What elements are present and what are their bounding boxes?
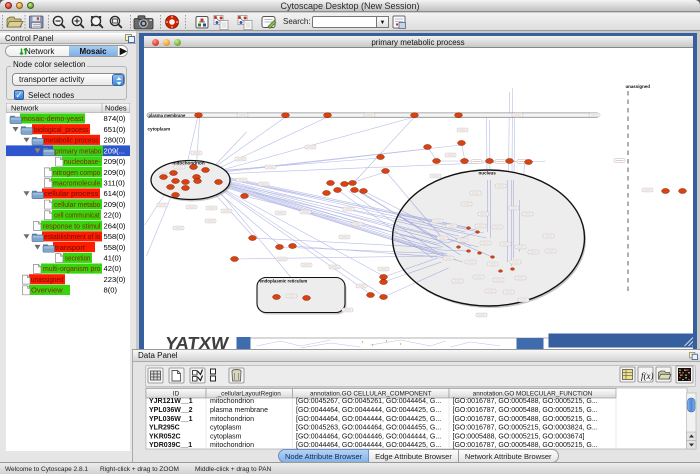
- svg-text:209(0): 209(0): [104, 168, 126, 177]
- svg-text:cellular metabo: cellular metabo: [54, 200, 101, 209]
- svg-text:cytoplasm: cytoplasm: [147, 127, 170, 132]
- svg-text:_cellularLayoutRegion: _cellularLayoutRegion: [217, 391, 282, 398]
- svg-text:YJR121W__1: YJR121W__1: [149, 398, 193, 405]
- svg-text:YDR039C__1: YDR039C__1: [149, 442, 192, 449]
- svg-text:establishment of lo: establishment of lo: [44, 232, 101, 241]
- svg-text:metabolic process: metabolic process: [44, 136, 99, 145]
- svg-text:cell communicat: cell communicat: [54, 211, 100, 220]
- svg-text:[GO:0044464, GO:0044446, GO:00: [GO:0044464, GO:0044446, GO:0044444, G..…: [296, 433, 441, 440]
- svg-text:YLR295C: YLR295C: [149, 425, 180, 432]
- svg-text:YPL036W__2: YPL036W__2: [149, 407, 193, 414]
- svg-text:unassigned: unassigned: [625, 84, 650, 89]
- svg-text:209(0): 209(0): [104, 157, 126, 166]
- svg-text:[GO:0044464, GO:0044444, GO:00: [GO:0044464, GO:0044444, GO:0044425, G..…: [296, 407, 441, 414]
- svg-text:311(0): 311(0): [104, 179, 126, 188]
- svg-text:8(0): 8(0): [104, 286, 118, 295]
- svg-text:annotation.GO MOLECULAR_FUNCTI: annotation.GO MOLECULAR_FUNCTION: [473, 391, 593, 398]
- svg-text:[GO:0045263, GO:0044464, GO:00: [GO:0045263, GO:0044464, GO:0044455, G..…: [296, 425, 441, 432]
- svg-text:YKR052C: YKR052C: [149, 433, 181, 440]
- svg-text:unassigned: unassigned: [31, 275, 64, 284]
- svg-text:primary metabo: primary metabo: [55, 146, 102, 155]
- svg-text:mosaic-demo-yeast: mosaic-demo-yeast: [22, 114, 84, 123]
- svg-text:transport: transport: [55, 243, 86, 252]
- svg-text:nucleobase-: nucleobase-: [64, 157, 101, 166]
- svg-text:223(0): 223(0): [104, 275, 126, 284]
- svg-text:264(0): 264(0): [104, 221, 126, 230]
- svg-text:[GO:0016787, GO:0005215, GO:00: [GO:0016787, GO:0005215, GO:0003824, G..…: [453, 425, 598, 432]
- svg-text:[GO:0044464, GO:0044444, GO:00: [GO:0044464, GO:0044444, GO:0044425, G..…: [296, 416, 441, 423]
- svg-text:874(0): 874(0): [104, 114, 126, 123]
- svg-text:Nodes: Nodes: [105, 104, 127, 113]
- svg-text:secretion: secretion: [65, 254, 91, 263]
- svg-text:Network: Network: [11, 104, 39, 113]
- svg-text:209(...: 209(...: [104, 146, 126, 155]
- svg-text:cytoplasm: cytoplasm: [210, 433, 242, 440]
- svg-text:mitochondrion: mitochondrion: [172, 161, 204, 166]
- svg-text:YPL036W__1: YPL036W__1: [149, 416, 193, 423]
- svg-text:[GO:0016787, GO:0005488, GO:00: [GO:0016787, GO:0005488, GO:0005215, G..…: [453, 398, 598, 405]
- svg-text:mitochondrion: mitochondrion: [210, 398, 254, 405]
- svg-text:280(0): 280(0): [104, 136, 126, 145]
- svg-text:cytoplasm: cytoplasm: [210, 425, 242, 432]
- svg-text:[GO:0045267, GO:0045261, GO:00: [GO:0045267, GO:0045261, GO:0044464, G..…: [296, 398, 441, 405]
- svg-text:[GO:0005488, GO:0005215, GO:00: [GO:0005488, GO:0005215, GO:0003674]: [453, 433, 585, 440]
- svg-text:multi-organism pro: multi-organism pro: [43, 264, 101, 273]
- svg-text:Overview: Overview: [31, 286, 63, 295]
- svg-text:plasma membrane: plasma membrane: [210, 407, 268, 414]
- svg-text:mitochondrion: mitochondrion: [210, 442, 254, 449]
- svg-text:nucleus: nucleus: [478, 171, 496, 176]
- svg-text:cellular process: cellular process: [44, 189, 99, 198]
- svg-text:41(0): 41(0): [104, 254, 122, 263]
- svg-text:nitrogen compo: nitrogen compo: [53, 168, 101, 177]
- svg-text:[GO:0016787, GO:0005488, GO:00: [GO:0016787, GO:0005488, GO:0005215, G..…: [453, 416, 598, 423]
- svg-text:558(0): 558(0): [104, 243, 126, 252]
- svg-text:annotation.GO CELLULAR_COMPONE: annotation.GO CELLULAR_COMPONENT: [310, 391, 432, 398]
- svg-text:614(0): 614(0): [104, 189, 126, 198]
- svg-text:macromolecule: macromolecule: [53, 179, 101, 188]
- svg-text:mitochondrion: mitochondrion: [210, 416, 254, 423]
- svg-text:biological_process: biological_process: [34, 125, 89, 134]
- svg-text:plasma membrane: plasma membrane: [148, 113, 185, 118]
- svg-text:22(0): 22(0): [104, 211, 122, 220]
- svg-text:558(0): 558(0): [104, 232, 126, 241]
- svg-text:ID: ID: [173, 391, 180, 398]
- svg-text:209(0): 209(0): [104, 200, 126, 209]
- svg-text:42(0): 42(0): [104, 264, 122, 273]
- svg-text:endoplasmic reticulum: endoplasmic reticulum: [259, 279, 307, 284]
- svg-text:[GO:0016787, GO:0005488, GO:00: [GO:0016787, GO:0005488, GO:0005215, G..…: [453, 407, 598, 414]
- svg-text:651(0): 651(0): [104, 125, 126, 134]
- svg-text:YATXW: YATXW: [163, 333, 229, 350]
- svg-text:response to stimul: response to stimul: [43, 221, 101, 230]
